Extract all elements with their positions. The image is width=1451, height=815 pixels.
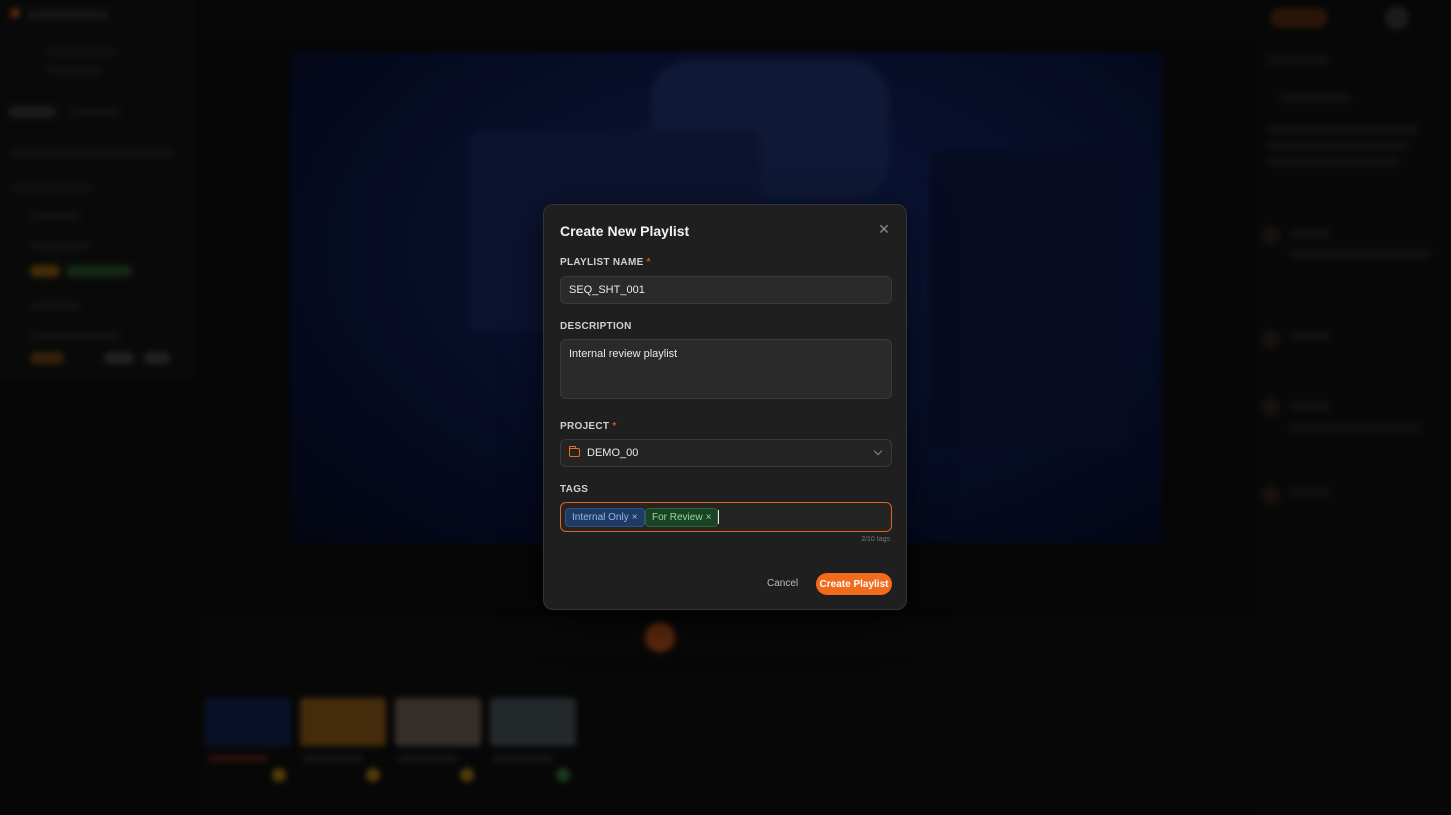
required-mark: *	[612, 421, 617, 432]
tags-input[interactable]: Internal Only × For Review ×	[560, 502, 892, 532]
tag-label: Internal Only	[572, 512, 629, 523]
folder-icon	[568, 446, 580, 457]
create-playlist-dialog: Create New Playlist ✕ PLAYLIST NAME* DES…	[543, 204, 907, 610]
project-label-text: PROJECT	[560, 421, 610, 432]
tag-remove-icon[interactable]: ×	[706, 512, 712, 523]
playlist-name-label: PLAYLIST NAME *	[560, 257, 651, 268]
project-select[interactable]: DEMO_00	[560, 439, 892, 467]
tag-label: For Review	[652, 512, 703, 523]
tag-count: 2/10 tags	[861, 536, 890, 543]
create-playlist-button[interactable]: Create Playlist	[816, 573, 892, 595]
app-window: Create New Playlist ✕ PLAYLIST NAME* DES…	[0, 0, 1451, 815]
dialog-title: Create New Playlist	[560, 223, 690, 239]
tags-label: TAGS	[560, 484, 589, 495]
close-icon[interactable]: ✕	[876, 221, 892, 237]
text-caret	[718, 510, 719, 524]
project-label: PROJECT *	[560, 421, 617, 432]
cancel-button[interactable]: Cancel	[767, 574, 798, 594]
project-select-value: DEMO_00	[587, 447, 639, 459]
tag-remove-icon[interactable]: ×	[632, 512, 638, 523]
tag-chip-internal-only: Internal Only ×	[565, 508, 645, 527]
description-label: DESCRIPTION	[560, 321, 632, 332]
playlist-name-label-text: PLAYLIST NAME	[560, 257, 644, 268]
required-mark: *	[646, 257, 651, 268]
tag-chip-for-review: For Review ×	[645, 508, 719, 527]
description-textarea[interactable]: Internal review playlist	[560, 339, 892, 399]
chevron-down-icon	[873, 446, 883, 456]
playlist-name-input[interactable]	[560, 276, 892, 304]
